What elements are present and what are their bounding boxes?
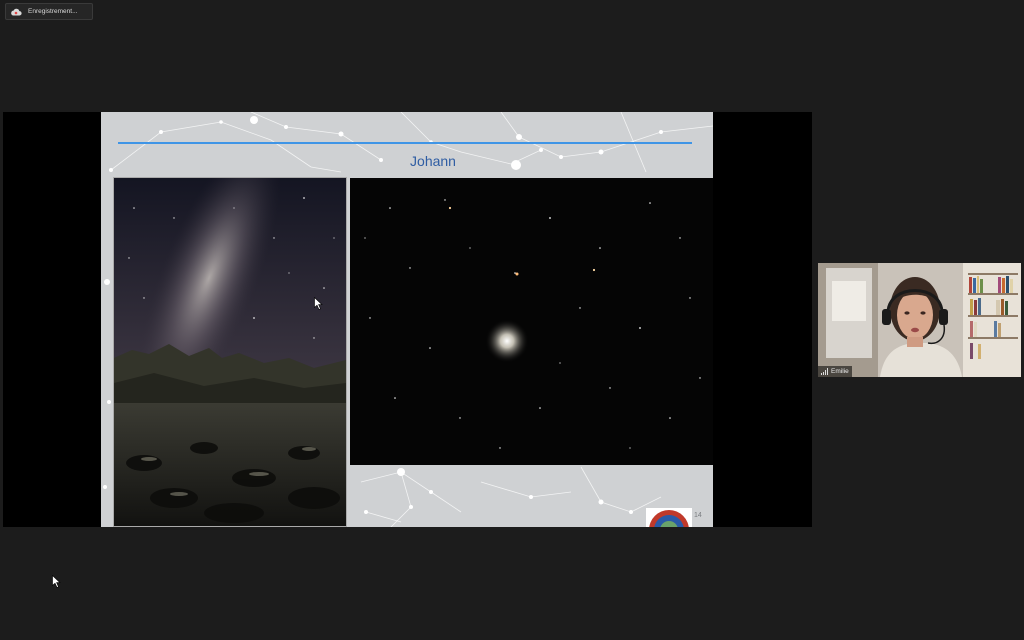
recording-label: Enregistrement...	[28, 8, 78, 15]
milky-way-photo	[113, 177, 347, 527]
participant-video	[818, 263, 1021, 377]
mouse-cursor-icon	[52, 575, 61, 588]
slide-title: Johann	[410, 153, 456, 169]
participant-name: Emilie	[831, 368, 849, 375]
participant-name-tag: Emilie	[818, 366, 852, 377]
title-rule	[118, 142, 692, 144]
astronomy-club-logo-icon	[646, 508, 692, 527]
presentation-slide: Johann 14	[101, 112, 713, 527]
slide-page-number: 14	[694, 512, 702, 519]
cloud-record-icon	[10, 8, 22, 16]
star-cluster-photo	[350, 178, 713, 465]
participant-video-tile[interactable]: Emilie	[818, 263, 1021, 377]
remote-cursor-icon	[314, 297, 323, 310]
shared-screen: Johann 14	[3, 112, 812, 527]
recording-indicator[interactable]: Enregistrement...	[5, 3, 93, 20]
signal-bars-icon	[821, 368, 828, 375]
